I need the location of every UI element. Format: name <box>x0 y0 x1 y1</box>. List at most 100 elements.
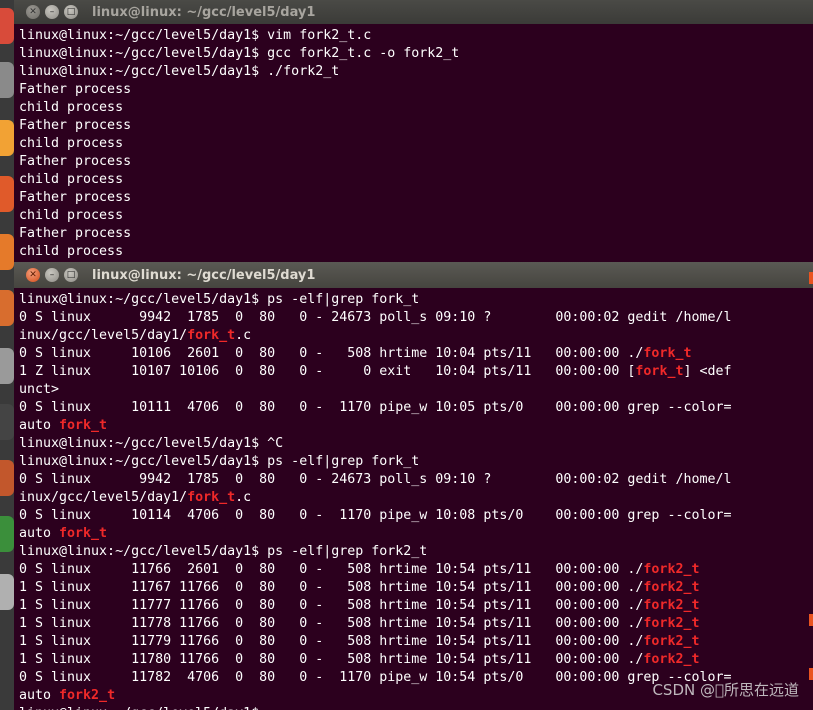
terminal-line: auto fork_t <box>19 525 813 543</box>
grep-match-text: fork_t <box>187 490 236 505</box>
terminal-line: linux@linux:~/gcc/level5/day1$ vim fork2… <box>19 27 813 45</box>
terminal-text: Father process <box>19 226 132 241</box>
terminal-line: 1 S linux 11767 11766 0 80 0 - 508 hrtim… <box>19 579 813 597</box>
maximize-button[interactable]: □ <box>64 268 78 282</box>
terminal-text: 0 S linux 9942 1785 0 80 0 - 24673 poll_… <box>19 310 732 325</box>
terminal-text: 0 S linux 10114 4706 0 80 0 - 1170 pipe_… <box>19 508 732 523</box>
chrome-icon[interactable] <box>0 516 14 552</box>
grep-match-text: fork_t <box>643 346 692 361</box>
grep-match-text: fork2_t <box>643 652 700 667</box>
terminal-line: 1 S linux 11777 11766 0 80 0 - 508 hrtim… <box>19 597 813 615</box>
terminal-text: Father process <box>19 154 132 169</box>
files-icon[interactable] <box>0 62 14 98</box>
minimize-button[interactable]: – <box>45 5 59 19</box>
grep-match-text: fork2_t <box>643 598 700 613</box>
terminal-text: linux@linux:~/gcc/level5/day1$ ps -elf|g… <box>19 292 420 307</box>
firefox-icon[interactable] <box>0 120 14 156</box>
terminal-text: 1 S linux 11780 11766 0 80 0 - 508 hrtim… <box>19 652 644 667</box>
grep-match-text: fork_t <box>59 418 108 433</box>
terminal-text: .c <box>235 328 252 343</box>
terminal-text: 1 S linux 11779 11766 0 80 0 - 508 hrtim… <box>19 634 644 649</box>
terminal-line: inux/gcc/level5/day1/fork_t.c <box>19 327 813 345</box>
impress-icon[interactable] <box>0 290 14 326</box>
close-button[interactable]: ✕ <box>26 268 40 282</box>
terminal-text: 1 S linux 11778 11766 0 80 0 - 508 hrtim… <box>19 616 644 631</box>
terminal-line: 1 Z linux 10107 10106 0 80 0 - 0 exit 10… <box>19 363 813 381</box>
terminal-line: 0 S linux 10114 4706 0 80 0 - 1170 pipe_… <box>19 507 813 525</box>
terminal-text: linux@linux:~/gcc/level5/day1$ ps -elf|g… <box>19 544 428 559</box>
launcher <box>0 0 14 710</box>
terminal-text: ] <def <box>683 364 732 379</box>
terminal-window-front[interactable]: ✕ – □ linux@linux: ~/gcc/level5/day1 lin… <box>14 262 813 710</box>
title-bar[interactable]: ✕ – □ linux@linux: ~/gcc/level5/day1 <box>14 0 813 24</box>
terminal-output[interactable]: linux@linux:~/gcc/level5/day1$ ps -elf|g… <box>14 288 813 710</box>
terminal-line: 0 S linux 11766 2601 0 80 0 - 508 hrtime… <box>19 561 813 579</box>
terminal-line: 0 S linux 9942 1785 0 80 0 - 24673 poll_… <box>19 309 813 327</box>
terminal-text: linux@linux:~/gcc/level5/day1$ ps -elf|g… <box>19 454 420 469</box>
terminal-line: Father process <box>19 225 813 243</box>
terminal-text: Father process <box>19 82 132 97</box>
terminal-line: inux/gcc/level5/day1/fork_t.c <box>19 489 813 507</box>
terminal-text: linux@linux:~/gcc/level5/day1$ vim fork2… <box>19 28 372 43</box>
terminal-text: auto <box>19 688 60 703</box>
scroll-marker <box>809 614 813 626</box>
terminal-text: 0 S linux 11782 4706 0 80 0 - 1170 pipe_… <box>19 670 732 685</box>
terminal-text: 0 S linux 10106 2601 0 80 0 - 508 hrtime… <box>19 346 644 361</box>
terminal-line: child process <box>19 171 813 189</box>
terminal-line: linux@linux:~/gcc/level5/day1$ gcc fork2… <box>19 45 813 63</box>
terminal-line: linux@linux:~/gcc/level5/day1$ ^C <box>19 435 813 453</box>
grep-match-text: fork2_t <box>643 616 700 631</box>
terminal-text: linux@linux:~/gcc/level5/day1$ <box>19 706 267 710</box>
grep-match-text: fork2_t <box>643 562 700 577</box>
terminal-text: 0 S linux 9942 1785 0 80 0 - 24673 poll_… <box>19 472 732 487</box>
settings-icon[interactable] <box>0 348 14 384</box>
text-editor-icon[interactable] <box>0 574 14 610</box>
terminal-text: unct> <box>19 382 60 397</box>
terminal-text: child process <box>19 100 124 115</box>
terminal-line: unct> <box>19 381 813 399</box>
terminal-line: linux@linux:~/gcc/level5/day1$ ps -elf|g… <box>19 291 813 309</box>
terminal-line: Father process <box>19 117 813 135</box>
terminal-line: child process <box>19 135 813 153</box>
terminal-line: linux@linux:~/gcc/level5/day1$ ./fork2_t <box>19 63 813 81</box>
terminal-text: 1 S linux 11767 11766 0 80 0 - 508 hrtim… <box>19 580 644 595</box>
terminal-text: child process <box>19 244 124 259</box>
terminal-text: child process <box>19 208 124 223</box>
grep-match-text: fork_t <box>635 364 684 379</box>
terminal-text: linux@linux:~/gcc/level5/day1$ ./fork2_t <box>19 64 340 79</box>
terminal-line: child process <box>19 99 813 117</box>
terminal-line: 0 S linux 9942 1785 0 80 0 - 24673 poll_… <box>19 471 813 489</box>
terminal-text: Father process <box>19 118 132 133</box>
grep-match-text: fork2_t <box>59 688 116 703</box>
terminal-line: child process <box>19 243 813 260</box>
terminal-text: auto <box>19 418 60 433</box>
terminal-text: 0 S linux 11766 2601 0 80 0 - 508 hrtime… <box>19 562 644 577</box>
terminal-icon[interactable] <box>0 404 14 440</box>
calc-icon[interactable] <box>0 234 14 270</box>
minimize-button[interactable]: – <box>45 268 59 282</box>
terminal-line: Father process <box>19 189 813 207</box>
terminal-line: 1 S linux 11780 11766 0 80 0 - 508 hrtim… <box>19 651 813 669</box>
window-title: linux@linux: ~/gcc/level5/day1 <box>92 267 316 283</box>
scroll-marker <box>809 272 813 284</box>
terminal-window-back[interactable]: ✕ – □ linux@linux: ~/gcc/level5/day1 lin… <box>14 0 813 260</box>
window-title: linux@linux: ~/gcc/level5/day1 <box>92 4 316 20</box>
ubuntu-software-icon[interactable] <box>0 8 14 44</box>
terminal-output[interactable]: linux@linux:~/gcc/level5/day1$ vim fork2… <box>14 24 813 260</box>
terminal-line: 0 S linux 10111 4706 0 80 0 - 1170 pipe_… <box>19 399 813 417</box>
terminal-text: 1 S linux 11777 11766 0 80 0 - 508 hrtim… <box>19 598 644 613</box>
terminal-text: .c <box>235 490 252 505</box>
software-center-icon[interactable] <box>0 460 14 496</box>
writer-icon[interactable] <box>0 176 14 212</box>
terminal-line: 0 S linux 10106 2601 0 80 0 - 508 hrtime… <box>19 345 813 363</box>
terminal-line: Father process <box>19 81 813 99</box>
terminal-text: child process <box>19 136 124 151</box>
close-button[interactable]: ✕ <box>26 5 40 19</box>
terminal-line: linux@linux:~/gcc/level5/day1$ ps -elf|g… <box>19 543 813 561</box>
terminal-text: linux@linux:~/gcc/level5/day1$ gcc fork2… <box>19 46 460 61</box>
maximize-button[interactable]: □ <box>64 5 78 19</box>
terminal-line: linux@linux:~/gcc/level5/day1$ ps -elf|g… <box>19 453 813 471</box>
terminal-line: auto fork_t <box>19 417 813 435</box>
terminal-line: Father process <box>19 153 813 171</box>
title-bar[interactable]: ✕ – □ linux@linux: ~/gcc/level5/day1 <box>14 262 813 288</box>
